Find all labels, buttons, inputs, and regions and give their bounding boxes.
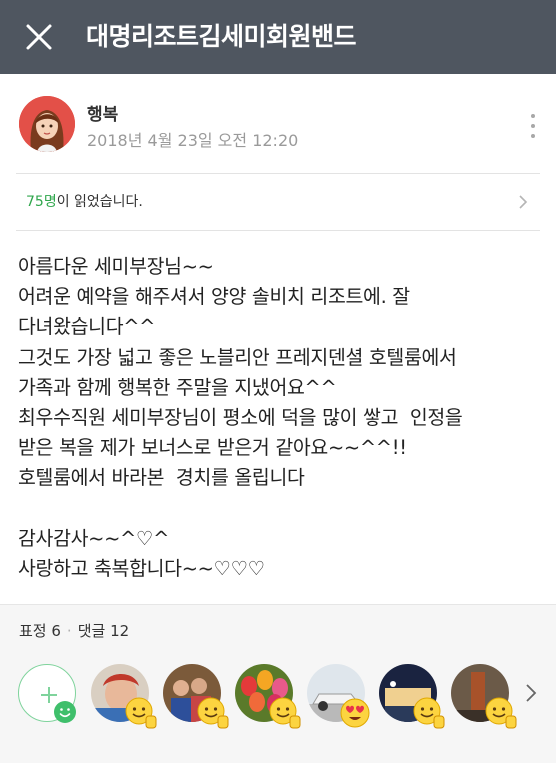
separator-dot: · (66, 622, 72, 640)
chevron-right-icon[interactable] (524, 683, 538, 703)
read-count-suffix: 이 읽었습니다. (56, 194, 143, 210)
read-count-text: 75명이 읽었습니다. (26, 174, 143, 230)
band-title: 대명리조트김세미회원밴드 (86, 22, 357, 51)
more-options-icon[interactable] (526, 112, 540, 140)
post-stats: 표정 6 · 댓글 12 (19, 620, 129, 641)
post-body: 아름다운 세미부장님~~ 어려운 예약을 해주셔서 양양 솔비치 리조트에. 잘… (18, 255, 463, 581)
heart-eyes-icon (340, 698, 370, 728)
thumbs-up-smile-icon (413, 697, 445, 729)
add-reaction-button[interactable] (18, 664, 76, 723)
author-name[interactable]: 행복 (87, 100, 118, 125)
thumbs-up-smile-icon (197, 697, 229, 729)
app-header: 대명리조트김세미회원밴드 (0, 0, 556, 74)
reactions-count[interactable]: 표정 6 (19, 622, 61, 640)
add-reaction-icon (41, 687, 76, 723)
author-avatar[interactable] (19, 96, 75, 152)
read-count-number: 75명 (26, 194, 57, 210)
read-count-row[interactable]: 75명이 읽었습니다. (16, 173, 540, 231)
thumbs-up-smile-icon (485, 697, 517, 729)
thumbs-up-smile-icon (125, 697, 157, 729)
post-timestamp: 2018년 4월 23일 오전 12:20 (87, 131, 299, 150)
comments-count[interactable]: 댓글 12 (78, 622, 129, 640)
chevron-right-icon (519, 195, 528, 209)
close-icon[interactable] (22, 20, 56, 54)
thumbs-up-smile-icon (269, 697, 301, 729)
